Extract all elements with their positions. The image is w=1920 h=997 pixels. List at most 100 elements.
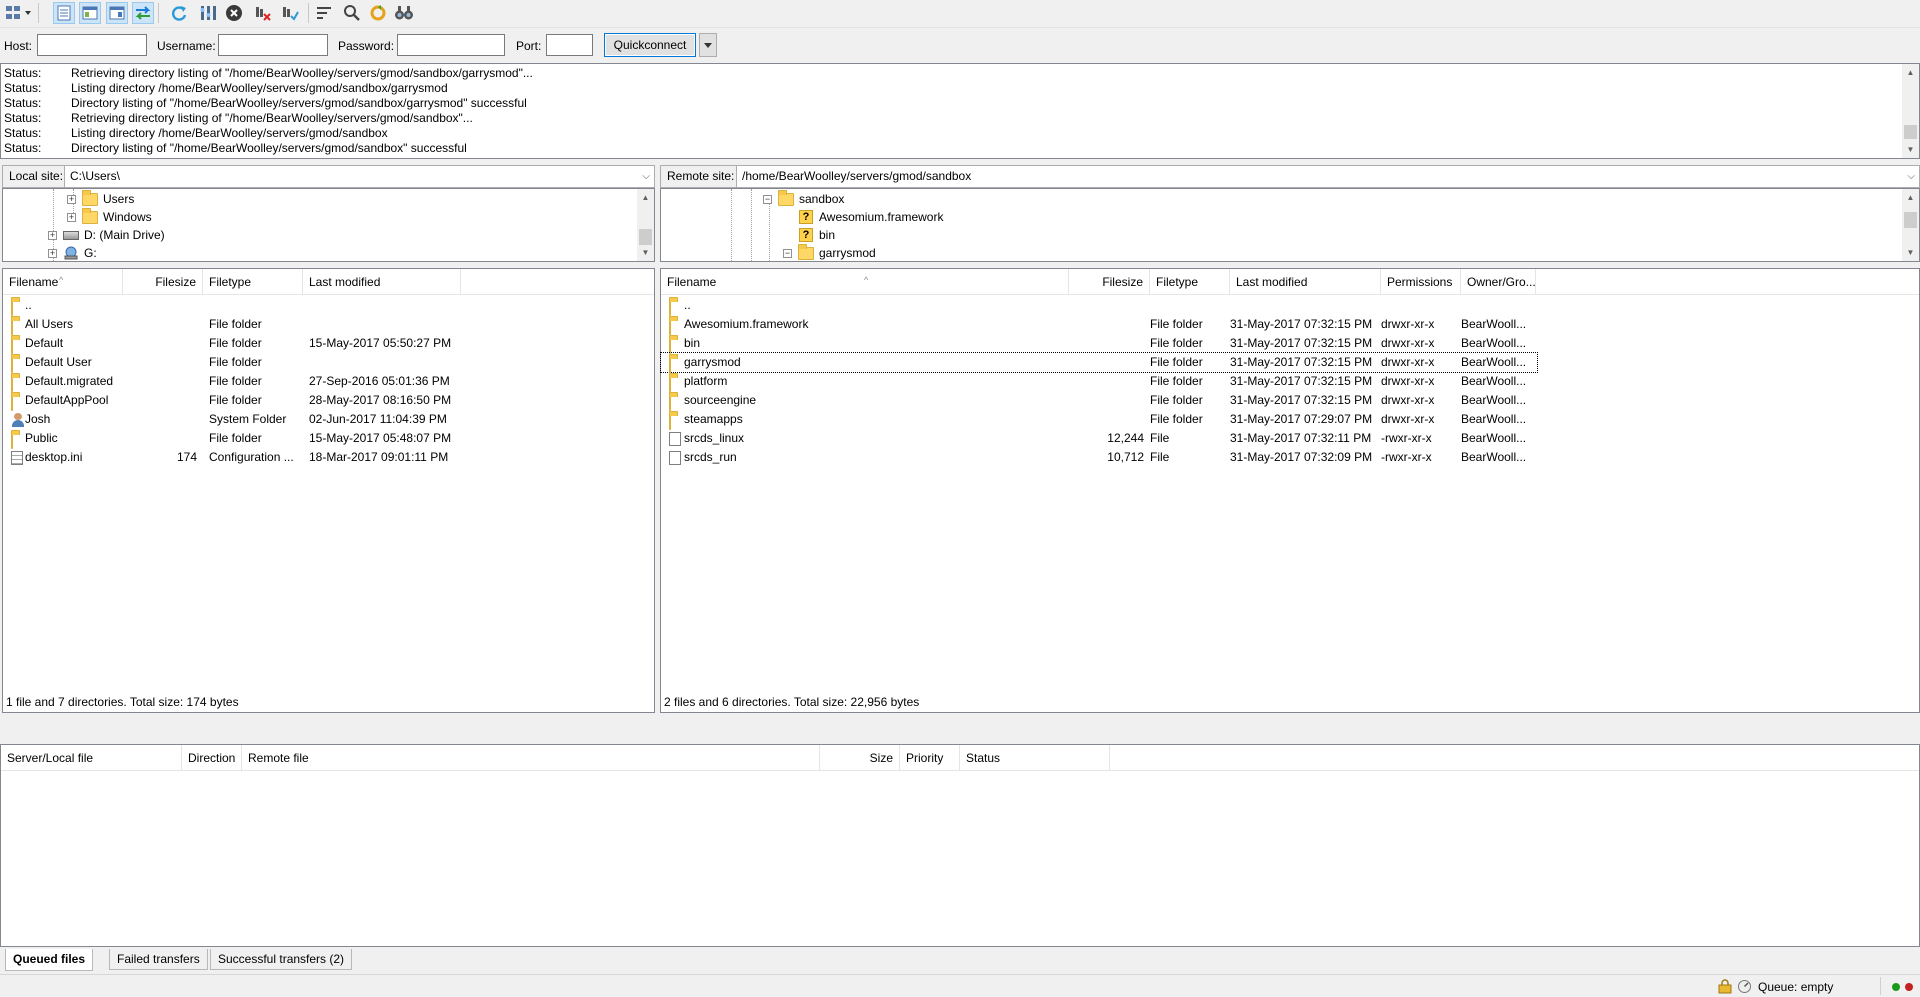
column-header-remote-file[interactable]: Remote file: [242, 745, 820, 771]
quickconnect-button[interactable]: Quickconnect: [604, 33, 696, 57]
column-header-size[interactable]: Size: [820, 745, 900, 771]
tree-node-awesomium-framework[interactable]: ? Awesomium.framework: [799, 208, 943, 226]
expand-icon[interactable]: +: [67, 212, 76, 222]
reconnect-icon: [283, 7, 299, 21]
table-row[interactable]: Awesomium.framework File folder 31-May-201…: [661, 315, 1537, 335]
tree-node-bin[interactable]: ? bin: [799, 226, 835, 244]
cell-type: File folder: [1150, 317, 1203, 331]
column-header-priority[interactable]: Priority: [900, 745, 960, 771]
toggle-transfer-queue-button[interactable]: [132, 2, 154, 24]
tab-failed-transfers[interactable]: Failed transfers: [109, 949, 208, 970]
quickconnect-history-dropdown[interactable]: [699, 33, 717, 57]
table-row[interactable]: desktop.ini 174 Configuration ... 18-Mar-20…: [3, 448, 643, 467]
reconnect-button[interactable]: [279, 2, 301, 24]
tree-node-garrysmod[interactable]: − garrysmod: [783, 243, 876, 261]
directory-filter-button[interactable]: [313, 2, 335, 24]
table-row[interactable]: platform File folder 31-May-2017 07:32:15 …: [661, 372, 1537, 392]
sync-browsing-button[interactable]: [367, 2, 389, 24]
table-row[interactable]: srcds_run 10,712 File 31-May-2017 07:32:09 …: [661, 448, 1537, 467]
table-row[interactable]: ..: [3, 296, 643, 316]
process-queue-button[interactable]: [197, 2, 219, 24]
column-header-filesize[interactable]: Filesize: [1069, 269, 1150, 295]
tree-node-windows[interactable]: + Windows: [67, 207, 152, 226]
scroll-up-arrow[interactable]: ▲: [1902, 189, 1919, 206]
scroll-down-arrow[interactable]: ▼: [1902, 141, 1919, 158]
expand-icon[interactable]: +: [48, 248, 57, 258]
tree-node-sandbox[interactable]: − sandbox: [763, 189, 844, 208]
cell-name: desktop.ini: [25, 450, 83, 464]
column-header-filesize[interactable]: Filesize: [123, 269, 203, 295]
column-header-last-modified[interactable]: Last modified: [1230, 269, 1381, 295]
column-header-filetype[interactable]: Filetype: [1150, 269, 1230, 295]
tree-node-g-drive[interactable]: + G:: [48, 244, 97, 261]
toggle-remote-tree-button[interactable]: [106, 2, 128, 24]
log-status-key: Status:: [4, 81, 42, 95]
toggle-message-log-button[interactable]: [53, 2, 75, 24]
table-row[interactable]: DefaultAppPool File folder 28-May-2017 08:…: [3, 391, 643, 411]
host-input[interactable]: [37, 34, 147, 56]
table-row[interactable]: sourceengine File folder 31-May-2017 07:32…: [661, 391, 1537, 411]
cell-type: File folder: [209, 374, 262, 388]
cancel-operation-button[interactable]: [223, 2, 245, 24]
cell-type: File folder: [209, 336, 262, 350]
remote-tree-scrollbar[interactable]: ▲ ▼: [1902, 189, 1919, 261]
toggle-local-tree-button[interactable]: [79, 2, 101, 24]
chevron-down-icon[interactable]: ⌵: [1907, 166, 1915, 187]
table-row[interactable]: srcds_linux 12,244 File 31-May-2017 07:32:1…: [661, 429, 1537, 448]
tree-node-users[interactable]: + Users: [67, 189, 134, 208]
search-files-button[interactable]: [393, 2, 415, 24]
scroll-thumb[interactable]: [1904, 125, 1917, 139]
table-row[interactable]: garrysmod File folder 31-May-2017 07:32:15…: [660, 352, 1538, 373]
column-header-last-modified[interactable]: Last modified: [303, 269, 461, 295]
disconnect-button[interactable]: [252, 2, 274, 24]
port-input[interactable]: [546, 34, 593, 56]
table-row[interactable]: All Users File folder: [3, 315, 643, 335]
column-header-permissions[interactable]: Permissions: [1381, 269, 1461, 295]
table-row[interactable]: bin File folder 31-May-2017 07:32:15 PM drw…: [661, 334, 1537, 354]
local-tree-scrollbar[interactable]: ▲ ▼: [637, 189, 654, 261]
log-status-key: Status:: [4, 141, 42, 155]
log-scrollbar[interactable]: ▲ ▼: [1902, 64, 1919, 158]
collapse-icon[interactable]: −: [783, 248, 792, 258]
table-row[interactable]: steamapps File folder 31-May-2017 07:29:07…: [661, 410, 1537, 430]
scroll-down-arrow[interactable]: ▼: [637, 244, 654, 261]
file-icon: [669, 432, 681, 446]
scroll-up-arrow[interactable]: ▲: [637, 189, 654, 206]
sort-ascending-icon: ^: [864, 275, 869, 285]
local-path-combobox[interactable]: C:\Users\ ⌵: [64, 165, 655, 188]
tab-successful-transfers[interactable]: Successful transfers (2): [210, 949, 353, 970]
table-row[interactable]: ..: [661, 296, 1537, 316]
column-header-server-local-file[interactable]: Server/Local file: [1, 745, 182, 771]
scroll-down-arrow[interactable]: ▼: [1902, 244, 1919, 261]
column-header-filetype[interactable]: Filetype: [203, 269, 303, 295]
chevron-down-icon[interactable]: ⌵: [642, 166, 650, 187]
expand-icon[interactable]: +: [48, 230, 57, 240]
site-manager-button[interactable]: [4, 2, 34, 24]
cell-size: [1069, 372, 1144, 391]
search-files-icon: [395, 6, 413, 20]
username-input[interactable]: [218, 34, 328, 56]
table-row[interactable]: Default User File folder: [3, 353, 643, 373]
table-row[interactable]: Default.migrated File folder 27-Sep-2016 0…: [3, 372, 643, 392]
tree-node-d-drive[interactable]: + D: (Main Drive): [48, 226, 165, 244]
log-line: Status: Listing directory /home/BearWooll…: [4, 126, 388, 141]
scroll-up-arrow[interactable]: ▲: [1902, 64, 1919, 81]
table-row[interactable]: Default File folder 15-May-2017 05:50:27 P…: [3, 334, 643, 354]
table-row[interactable]: Josh System Folder 02-Jun-2017 11:04:39 PM: [3, 410, 643, 429]
expand-icon[interactable]: +: [67, 194, 76, 204]
collapse-icon[interactable]: −: [763, 194, 772, 204]
scroll-thumb[interactable]: [639, 229, 652, 245]
table-row[interactable]: Public File folder 15-May-2017 05:48:07 PM: [3, 429, 643, 449]
directory-compare-button[interactable]: [341, 2, 363, 24]
password-input[interactable]: [397, 34, 505, 56]
column-header-direction[interactable]: Direction: [182, 745, 242, 771]
column-header-filename[interactable]: ^ Filename: [661, 269, 1069, 295]
refresh-button[interactable]: [168, 2, 190, 24]
remote-path-combobox[interactable]: /home/BearWoolley/servers/gmod/sandbox ⌵: [736, 165, 1920, 188]
message-log: Status: Retrieving directory listing of "…: [0, 63, 1920, 159]
column-header-status[interactable]: Status: [960, 745, 1110, 771]
column-header-filename[interactable]: ^ Filename: [3, 269, 123, 295]
tab-queued-files[interactable]: Queued files: [5, 949, 94, 971]
scroll-thumb[interactable]: [1904, 212, 1917, 228]
column-header-owner-group[interactable]: Owner/Gro...: [1461, 269, 1536, 295]
